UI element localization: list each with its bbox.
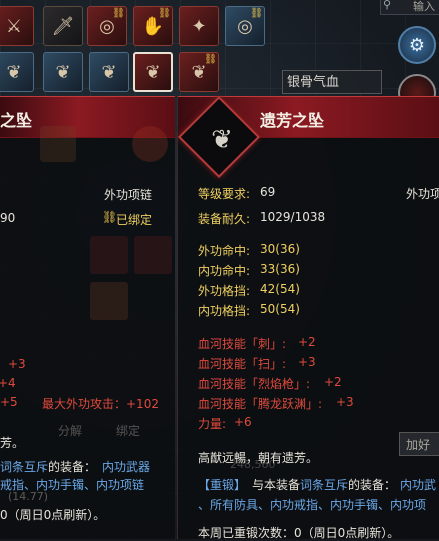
reforge-item: 内功武 — [400, 478, 437, 492]
inventory-slot[interactable]: ❦ — [0, 52, 34, 92]
equipped-set-suffix: 的装备： — [48, 460, 97, 474]
skill-name: 血河技能「刺」: — [198, 337, 287, 351]
reforge-text-a: 与本装备 — [252, 478, 301, 492]
strength-label: 力量: — [198, 417, 227, 431]
equipped-bonus-2: +4 — [0, 376, 16, 390]
necklace-icon: ❦ — [145, 61, 161, 83]
inventory-slot[interactable]: ◎ ⛓ — [87, 6, 127, 46]
stat-label: 外功格挡: — [198, 284, 251, 298]
equipped-item-title: 之坠 — [0, 111, 33, 130]
equipped-slot-type: 外功项链 — [104, 188, 153, 202]
necklace-icon: ❦ — [55, 61, 71, 83]
reforge-tag[interactable]: 【重锻】 — [198, 476, 246, 493]
skill-name: 血河技能「腾龙跃渊」: — [198, 397, 323, 411]
stat-value: 50(54) — [260, 302, 300, 316]
search-icon: ⚲ — [383, 0, 392, 11]
inventory-slot[interactable]: ❦ — [89, 52, 129, 92]
equipped-set-link[interactable]: 词条互斥 — [0, 458, 48, 475]
equipped-bonus-1: +3 — [8, 357, 26, 371]
search-box[interactable]: ⚲ 输入 — [380, 0, 439, 15]
necklace-icon: ❦ — [101, 61, 117, 83]
strength-value: +6 — [234, 415, 252, 429]
chain-icon: ⛓ — [204, 54, 217, 65]
equipped-refresh: 0（周日0点刷新）。 — [0, 508, 106, 522]
weekly-reforge-count: 本周已重锻次数：0（周日0点刷新）。 — [198, 526, 400, 540]
chain-icon: ⛓ — [112, 8, 125, 19]
reforge-line-2: 、所有防具、内功戒指、内功手镯、内功项 — [198, 498, 427, 512]
ghost-item-icon — [90, 236, 128, 274]
necklace-pendant-icon: ❦ — [211, 125, 233, 155]
level-req-value: 69 — [260, 185, 276, 199]
equipped-item-tooltip: 之坠 外功项链 90 ⛓ 已绑定 +3 +4 +5 最大外功攻击：+102 分解… — [0, 96, 175, 539]
inventory-slot[interactable]: ⚔ — [0, 6, 34, 46]
inventory-slot-selected[interactable]: ❦ — [133, 52, 173, 92]
ghost-item-icon — [134, 236, 172, 274]
skill-value: +3 — [298, 355, 316, 369]
inventory-slot[interactable]: 🗡 — [43, 6, 83, 46]
search-placeholder: 输入 — [413, 0, 435, 13]
equipped-set-weapon: 内功武器 — [102, 460, 151, 474]
stat-value: 42(54) — [260, 282, 300, 296]
item-slot-type: 外功项 — [406, 187, 439, 201]
dagger-icon: 🗡 — [51, 15, 75, 37]
equipped-flavor: 芳。 — [0, 436, 25, 450]
skill-name: 血河技能「扫」: — [198, 357, 287, 371]
overlay-bind: 绑定 — [116, 424, 141, 438]
reforge-text-b: 的装备： — [348, 478, 397, 492]
stat-value: 33(36) — [260, 262, 300, 276]
chain-icon: ⛓ — [250, 8, 263, 19]
chest-icon: ✦ — [191, 15, 207, 37]
overlay-value: (14.77) — [8, 490, 49, 503]
inventory-slot[interactable]: ✋ ⛓ — [133, 6, 173, 46]
inventory-slot[interactable]: ❦ ⛓ — [179, 52, 219, 92]
skill-value: +2 — [298, 335, 316, 349]
settings-gear-icon[interactable]: ⚙ — [398, 26, 436, 64]
inventory-slot[interactable]: ✦ — [179, 6, 219, 46]
sidebar-numbers: 248,560 — [230, 458, 276, 471]
skill-value: +3 — [336, 395, 354, 409]
ghost-item-icon — [132, 126, 168, 162]
equipped-bonus-3: +5 — [0, 395, 18, 409]
equipped-max-attack: 最大外功攻击：+102 — [42, 397, 159, 411]
ghost-item-icon — [40, 126, 76, 162]
equipped-bound-status: 已绑定 — [116, 213, 153, 227]
stat-label: 内功命中: — [198, 264, 251, 278]
equipped-stat-fragment: 90 — [0, 211, 16, 225]
item-tooltip: 遗芳之坠 ❦ 等级要求: 69 外功项 装备耐久: 1029/1038 外功命中… — [177, 95, 439, 540]
level-req-label: 等级要求: — [198, 187, 251, 201]
inventory-slot[interactable]: ◎ ⛓ — [225, 6, 265, 46]
bound-lock-icon: ⛓ — [102, 210, 118, 224]
durability-value: 1029/1038 — [260, 210, 326, 224]
ghost-item-icon — [90, 282, 128, 320]
add-friend-button[interactable]: 加好 — [399, 432, 439, 456]
stat-label: 内功格挡: — [198, 304, 251, 318]
durability-label: 装备耐久: — [198, 212, 251, 226]
add-friend-label: 加好 — [406, 438, 431, 452]
chain-icon: ⛓ — [158, 8, 171, 19]
stat-value: 30(36) — [260, 242, 300, 256]
overlay-decompose: 分解 — [58, 424, 83, 438]
necklace-icon: ❦ — [6, 61, 22, 83]
skill-value: +2 — [324, 375, 342, 389]
bracer-icon: ⚔ — [5, 15, 23, 37]
inventory-slot[interactable]: ❦ — [43, 52, 83, 92]
skill-name: 血河技能「烈焰枪」: — [198, 377, 311, 391]
inventory-partial-label: 银骨气血 — [282, 70, 382, 94]
reforge-link[interactable]: 词条互斥 — [300, 476, 348, 493]
inventory-row-1: ⚔ 🗡 ◎ ⛓ ✋ ⛓ ✦ ◎ ⛓ — [0, 6, 380, 50]
stat-label: 外功命中: — [198, 244, 251, 258]
item-title: 遗芳之坠 — [260, 111, 325, 130]
